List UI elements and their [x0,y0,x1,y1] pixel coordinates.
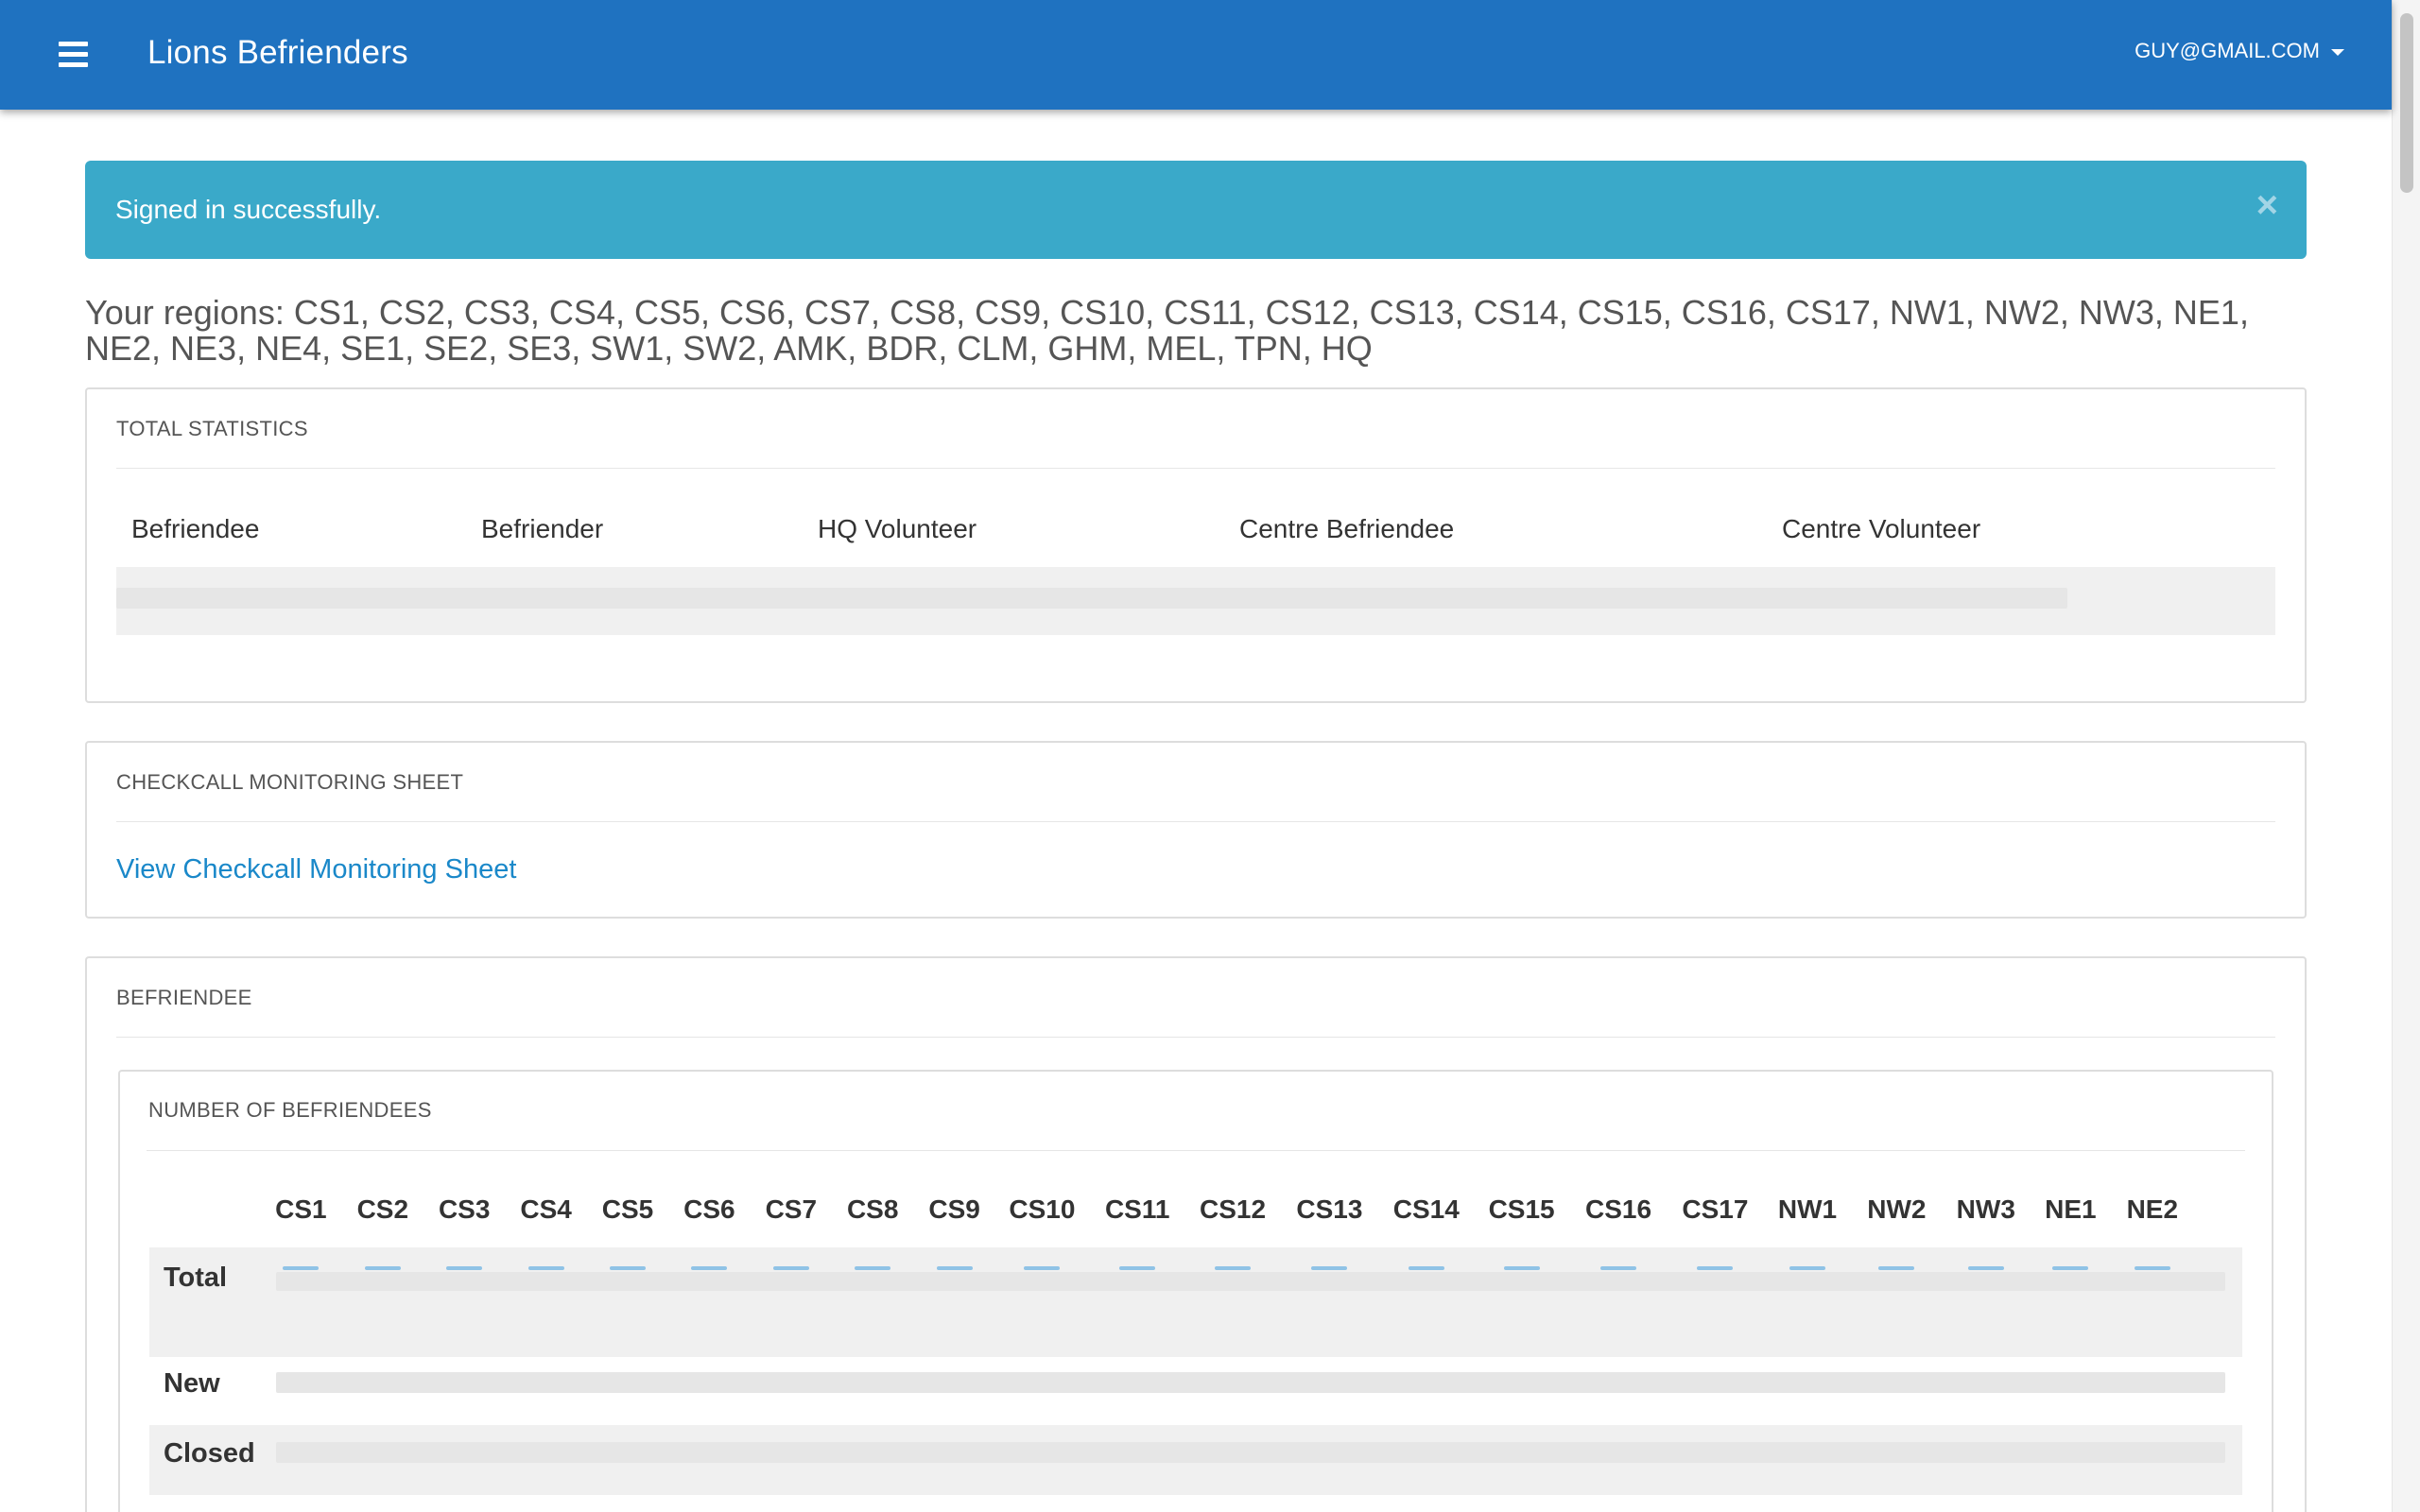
total-value-link-cs4[interactable] [527,1266,564,1270]
column-header-cs6: CS6 [683,1194,735,1224]
stats-col-befriendee: Befriendee [131,514,260,543]
column-header-cs3: CS3 [438,1194,491,1224]
total-value-link-cs5[interactable] [610,1266,646,1270]
stats-col-hq-volunteer: HQ Volunteer [818,514,977,543]
panel-heading: CHECKCALL MONITORING SHEET [116,743,2275,822]
total-value-link-ne1[interactable] [2052,1266,2089,1270]
column-header-nw1: NW1 [1777,1194,1838,1224]
column-header-cs16: CS16 [1584,1194,1652,1224]
total-row-placeholder [276,1272,2225,1291]
befriendee-title: BEFRIENDEE [116,986,252,1009]
column-header-cs8: CS8 [846,1194,899,1224]
column-header-cs15: CS15 [1488,1194,1555,1224]
checkcall-title: CHECKCALL MONITORING SHEET [116,770,464,794]
column-header-cs11: CS11 [1104,1194,1170,1224]
total-value-link-cs10[interactable] [1024,1266,1061,1270]
column-header-cs7: CS7 [765,1194,818,1224]
table-row-total [149,1247,2242,1357]
befriendee-panel: BEFRIENDEE NUMBER OF BEFRIENDEES Total N… [85,956,2307,1512]
column-header-ne2: NE2 [2126,1194,2179,1224]
total-value-link-nw2[interactable] [1878,1266,1915,1270]
total-value-link-cs9[interactable] [936,1266,973,1270]
total-value-link-cs1[interactable] [283,1266,320,1270]
row-label-new: New [164,1368,220,1399]
checkcall-panel: CHECKCALL MONITORING SHEET View Checkcal… [85,741,2307,919]
total-value-link-cs13[interactable] [1311,1266,1348,1270]
number-of-befriendees-panel: NUMBER OF BEFRIENDEES Total New Closed C… [118,1070,2273,1512]
total-value-link-cs11[interactable] [1119,1266,1156,1270]
total-value-link-cs3[interactable] [446,1266,483,1270]
column-header-nw2: NW2 [1867,1194,1927,1224]
column-header-cs9: CS9 [928,1194,980,1224]
column-header-cs10: CS10 [1009,1194,1076,1224]
close-icon[interactable]: × [2256,186,2278,224]
total-value-link-nw3[interactable] [1967,1266,2004,1270]
user-account-dropdown[interactable]: GUY@GMAIL.COM [2135,36,2344,66]
loading-placeholder [116,588,2067,609]
column-header-cs2: CS2 [356,1194,409,1224]
panel-heading: NUMBER OF BEFRIENDEES [147,1072,2245,1151]
user-email: GUY@GMAIL.COM [2135,39,2320,62]
total-value-link-cs6[interactable] [691,1266,728,1270]
panel-heading: TOTAL STATISTICS [116,389,2275,469]
total-value-link-cs7[interactable] [772,1266,809,1270]
column-header-cs14: CS14 [1392,1194,1460,1224]
column-header-cs1: CS1 [275,1194,327,1224]
view-checkcall-link[interactable]: View Checkcall Monitoring Sheet [116,852,516,886]
row-label-closed: Closed [164,1438,255,1469]
total-value-link-cs15[interactable] [1503,1266,1540,1270]
column-header-cs4: CS4 [520,1194,572,1224]
new-row-placeholder [276,1372,2225,1393]
page-scrollbar[interactable] [2392,0,2420,1512]
total-statistics-title: TOTAL STATISTICS [116,417,308,440]
user-regions: Your regions: CS1, CS2, CS3, CS4, CS5, C… [85,293,2249,368]
total-value-link-cs12[interactable] [1215,1266,1251,1270]
total-value-link-nw1[interactable] [1789,1266,1825,1270]
stats-col-centre-befriendee: Centre Befriendee [1239,514,1455,543]
top-navbar: Lions Befrienders GUY@GMAIL.COM [0,0,2392,110]
total-value-link-cs8[interactable] [855,1266,891,1270]
scrollbar-thumb[interactable] [2400,13,2413,193]
number-of-befriendees-title: NUMBER OF BEFRIENDEES [148,1098,432,1122]
total-statistics-panel: TOTAL STATISTICS Befriendee Befriender H… [85,387,2307,703]
hamburger-icon[interactable] [59,42,88,68]
column-header-cs5: CS5 [601,1194,654,1224]
column-header-cs12: CS12 [1199,1194,1267,1224]
stats-col-centre-volunteer: Centre Volunteer [1782,514,1981,543]
closed-row-placeholder [276,1442,2225,1463]
panel-heading: BEFRIENDEE [116,958,2275,1038]
total-value-link-ne2[interactable] [2134,1266,2170,1270]
column-header-cs17: CS17 [1682,1194,1749,1224]
caret-down-icon [2331,49,2344,56]
column-header-ne1: NE1 [2045,1194,2097,1224]
stats-table-header: Befriendee Befriender HQ Volunteer Centr… [116,510,2275,559]
column-header-nw3: NW3 [1956,1194,2015,1224]
alert-message: Signed in successfully. [115,195,382,224]
row-label-total: Total [164,1263,228,1293]
app-brand[interactable]: Lions Befrienders [147,30,408,76]
stats-col-befriender: Befriender [481,514,604,543]
column-header-cs13: CS13 [1296,1194,1363,1224]
total-value-link-cs2[interactable] [364,1266,401,1270]
success-alert: Signed in successfully. × [85,161,2307,259]
total-value-link-cs16[interactable] [1600,1266,1636,1270]
total-value-link-cs17[interactable] [1697,1266,1734,1270]
total-value-link-cs14[interactable] [1408,1266,1444,1270]
stats-table-row [116,567,2275,635]
